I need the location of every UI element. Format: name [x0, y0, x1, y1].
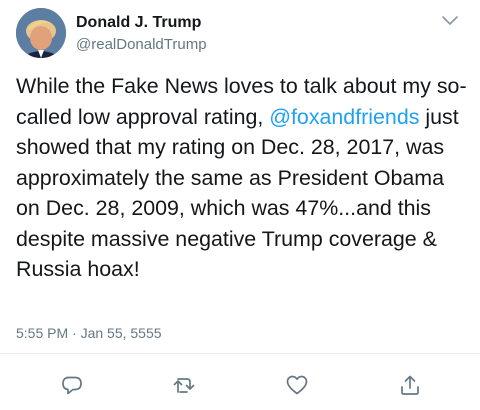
- tweet-text: While the Fake News loves to talk about …: [16, 71, 468, 285]
- action-bar: [0, 373, 480, 397]
- like-icon[interactable]: [285, 373, 309, 397]
- tweet-text-after: just showed that my rating on Dec. 28, 2…: [16, 104, 459, 282]
- timestamp[interactable]: 5:55 PM · Jan 55, 5555: [16, 325, 162, 341]
- share-icon[interactable]: [398, 373, 422, 397]
- author-handle[interactable]: @realDonaldTrump: [76, 36, 207, 53]
- reply-icon[interactable]: [60, 373, 84, 397]
- chevron-down-icon[interactable]: [440, 14, 460, 28]
- divider: [0, 353, 480, 354]
- mention-link[interactable]: @foxandfriends: [269, 105, 419, 129]
- retweet-icon[interactable]: [172, 373, 196, 397]
- avatar[interactable]: [16, 8, 66, 58]
- tweet-card: Donald J. Trump @realDonaldTrump While t…: [0, 0, 480, 410]
- author-name[interactable]: Donald J. Trump: [76, 14, 201, 32]
